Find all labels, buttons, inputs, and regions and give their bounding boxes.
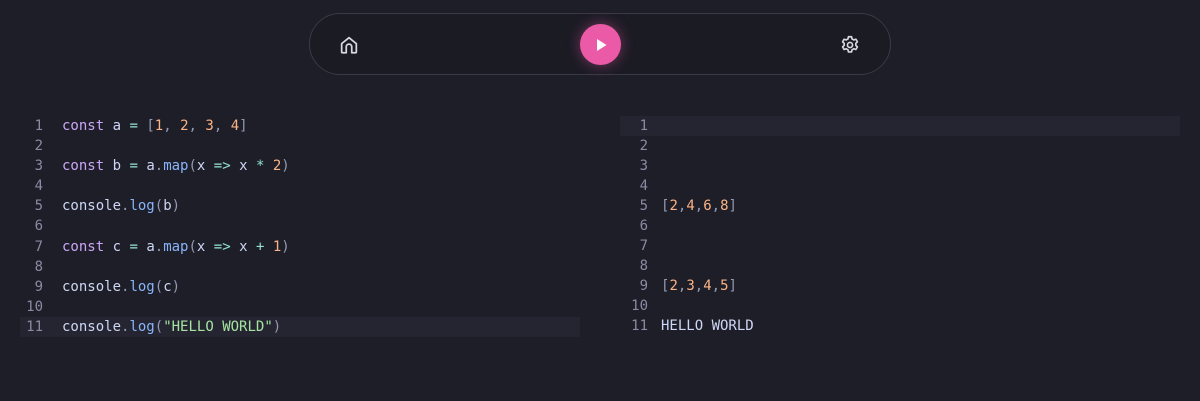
- line-number: 4: [639, 178, 648, 194]
- output-line: 3: [620, 156, 1180, 176]
- output-line: 4: [620, 176, 1180, 196]
- editor-line[interactable]: 9 console.log(c): [20, 277, 580, 297]
- line-number: 6: [639, 218, 648, 234]
- line-number: 9: [34, 278, 43, 295]
- output-line: 2: [620, 136, 1180, 156]
- line-number: 4: [34, 178, 43, 195]
- play-icon: [596, 38, 606, 51]
- line-number: 8: [34, 258, 43, 275]
- line-number: 10: [26, 298, 43, 315]
- code-text[interactable]: const c = a.map(x => x + 1): [62, 237, 290, 257]
- line-number: 1: [639, 118, 648, 134]
- code-editor[interactable]: 1 const a = [1, 2, 3, 4] 2 3 const b = a…: [20, 116, 580, 338]
- code-text[interactable]: const a = [1, 2, 3, 4]: [62, 116, 248, 136]
- line-number: 6: [34, 218, 43, 235]
- line-number: 11: [26, 318, 43, 335]
- line-number: 1: [34, 118, 43, 134]
- output-panel: 1 2 3 4 5 [2,4,6,8] 6 7 8 9 [2,3,4,5] 10…: [620, 116, 1180, 336]
- output-line: 7: [620, 236, 1180, 256]
- code-text[interactable]: console.log("HELLO WORLD"): [62, 317, 281, 337]
- line-number: 7: [639, 238, 648, 254]
- run-button[interactable]: [580, 24, 621, 65]
- line-number: 2: [639, 138, 648, 154]
- output-text: HELLO WORLD: [661, 318, 754, 334]
- line-number: 7: [34, 238, 43, 255]
- editor-line[interactable]: 4: [20, 176, 580, 196]
- line-number: 11: [631, 318, 648, 334]
- output-line: 9 [2,3,4,5]: [620, 276, 1180, 296]
- output-line-active: 1: [620, 116, 1180, 136]
- output-text: [2,4,6,8]: [661, 198, 737, 214]
- line-number: 3: [34, 158, 43, 175]
- line-number: 2: [34, 138, 43, 155]
- output-line: 11 HELLO WORLD: [620, 316, 1180, 336]
- toolbar: [309, 13, 891, 75]
- gear-icon: [841, 35, 859, 53]
- editor-line-active[interactable]: 11 console.log("HELLO WORLD"): [20, 316, 580, 338]
- editor-line[interactable]: 7 const c = a.map(x => x + 1): [20, 237, 580, 257]
- output-line: 5 [2,4,6,8]: [620, 196, 1180, 216]
- editor-line[interactable]: 10: [20, 297, 580, 317]
- editor-line[interactable]: 6: [20, 216, 580, 236]
- home-button[interactable]: [336, 32, 362, 58]
- output-line: 8: [620, 256, 1180, 276]
- editor-line[interactable]: 2: [20, 136, 580, 156]
- code-text[interactable]: console.log(b): [62, 196, 180, 216]
- editor-line[interactable]: 5 console.log(b): [20, 196, 580, 216]
- output-text: [2,3,4,5]: [661, 278, 737, 294]
- editor-line[interactable]: 1 const a = [1, 2, 3, 4]: [20, 116, 580, 136]
- code-text[interactable]: console.log(c): [62, 277, 180, 297]
- settings-button[interactable]: [837, 32, 863, 58]
- line-number: 5: [34, 198, 43, 215]
- line-number: 8: [639, 258, 648, 274]
- code-text[interactable]: const b = a.map(x => x * 2): [62, 156, 290, 176]
- output-line: 6: [620, 216, 1180, 236]
- line-number: 3: [639, 158, 648, 174]
- line-number: 9: [639, 278, 648, 294]
- output-line: 10: [620, 296, 1180, 316]
- editor-line[interactable]: 8: [20, 257, 580, 277]
- editor-line[interactable]: 3 const b = a.map(x => x * 2): [20, 156, 580, 176]
- home-icon: [340, 36, 358, 54]
- line-number: 10: [631, 298, 648, 314]
- line-number: 5: [639, 198, 648, 214]
